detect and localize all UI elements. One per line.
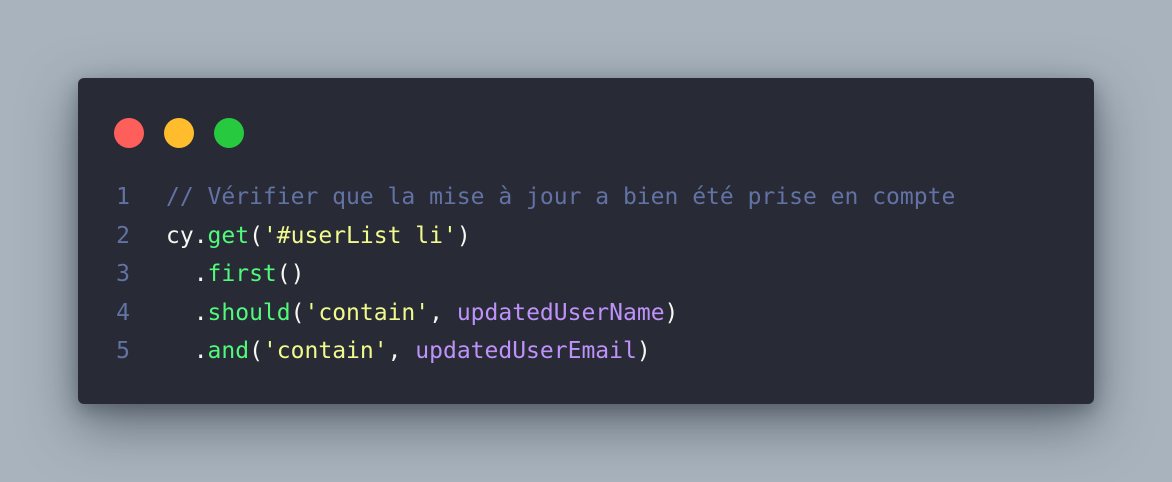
line-source: .should('contain', updatedUserName) — [166, 299, 679, 326]
code-token-plain: . — [166, 299, 208, 326]
close-dot-icon[interactable] — [114, 118, 144, 148]
line-number: 4 — [116, 299, 130, 326]
code-token-plain: , — [429, 299, 457, 326]
code-token-plain: , — [387, 338, 416, 365]
minimize-dot-icon[interactable] — [164, 118, 194, 148]
code-token-str: '#userList li' — [262, 222, 457, 249]
window-controls — [114, 118, 244, 148]
code-token-plain: ) — [456, 222, 471, 249]
code-token-plain: () — [276, 261, 305, 288]
line-number: 2 — [116, 222, 130, 249]
code-token-plain: . — [166, 261, 208, 288]
code-token-plain: . — [166, 338, 208, 365]
code-token-plain: ) — [636, 338, 651, 365]
code-token-plain: ( — [290, 299, 305, 326]
line-source: .first() — [166, 261, 305, 287]
code-token-fn: should — [207, 299, 291, 326]
code-block: 1 // Vérifier que la mise à jour a bien é… — [78, 178, 1094, 371]
code-token-plain: ) — [664, 299, 679, 326]
line-source: .and('contain', updatedUserEmail) — [166, 338, 651, 364]
line-source: cy.get('#userList li') — [166, 223, 471, 249]
code-line: 2 cy.get('#userList li') — [78, 217, 1094, 256]
code-token-var: updatedUserName — [456, 299, 665, 326]
code-token-str: 'contain' — [304, 299, 430, 326]
code-token-plain: cy. — [166, 222, 208, 249]
code-token-fn: get — [207, 222, 250, 249]
maximize-dot-icon[interactable] — [214, 118, 244, 148]
code-line: 3 .first() — [78, 255, 1094, 294]
code-token-str: 'contain' — [262, 338, 388, 365]
code-line: 4 .should('contain', updatedUserName) — [78, 294, 1094, 333]
code-token-fn: first — [207, 261, 277, 288]
code-token-plain: ( — [249, 222, 263, 249]
line-number: 3 — [116, 261, 130, 288]
line-number: 1 — [116, 184, 130, 211]
code-token-fn: and — [207, 338, 250, 365]
code-token-plain: ( — [249, 338, 263, 365]
code-line: 5 .and('contain', updatedUserEmail) — [78, 332, 1094, 371]
code-window: 1 // Vérifier que la mise à jour a bien é… — [78, 78, 1094, 404]
line-source: // Vérifier que la mise à jour a bien ét… — [166, 184, 955, 210]
code-line: 1 // Vérifier que la mise à jour a bien é… — [78, 178, 1094, 217]
line-number: 5 — [116, 338, 130, 365]
code-token-comment: // Vérifier que la mise à jour a bien ét… — [166, 184, 956, 211]
code-token-var: updatedUserEmail — [415, 338, 637, 365]
